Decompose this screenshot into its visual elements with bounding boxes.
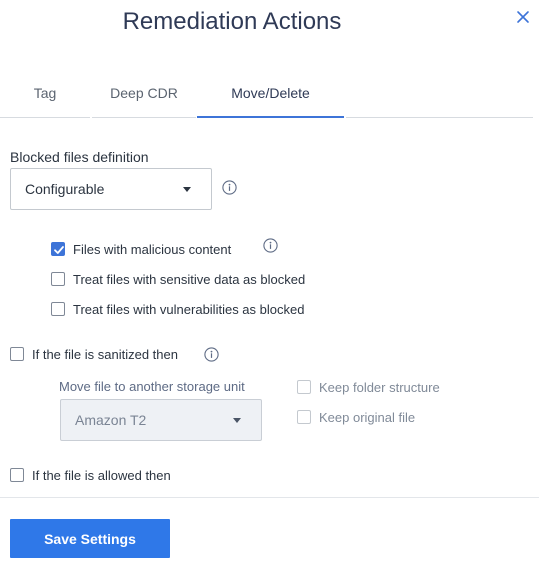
chevron-down-icon: [183, 187, 191, 192]
dialog-title: Remediation Actions: [122, 8, 342, 35]
info-icon[interactable]: [263, 238, 278, 253]
tab-deep-cdr-label: Deep CDR: [110, 85, 178, 101]
tab-bar-filler: [346, 76, 533, 118]
blocked-files-select-value: Configurable: [25, 181, 105, 197]
option-sensitive[interactable]: Treat files with sensitive data as block…: [51, 270, 305, 288]
checkbox-keep-folder: [297, 380, 311, 394]
sanitized-option[interactable]: If the file is sanitized then: [10, 345, 178, 363]
checkbox-sensitive[interactable]: [51, 272, 65, 286]
storage-select-value: Amazon T2: [75, 412, 147, 428]
tab-underline: [346, 117, 533, 118]
option-malicious[interactable]: Files with malicious content: [51, 240, 231, 258]
checkbox-keep-original: [297, 410, 311, 424]
tab-move-delete[interactable]: Move/Delete: [197, 76, 344, 118]
tab-underline: [0, 117, 90, 118]
footer-divider: [0, 497, 539, 498]
option-malicious-label: Files with malicious content: [73, 241, 232, 257]
checkbox-sanitized[interactable]: [10, 347, 24, 361]
tab-bar: Tag Deep CDR Move/Delete: [0, 76, 533, 118]
keep-folder-option: Keep folder structure: [297, 378, 440, 396]
move-storage-label: Move file to another storage unit: [59, 379, 245, 394]
info-icon[interactable]: [204, 347, 219, 362]
checkbox-malicious[interactable]: [51, 242, 65, 256]
tab-tag[interactable]: Tag: [0, 76, 90, 118]
close-icon[interactable]: [516, 10, 532, 26]
info-icon[interactable]: [222, 180, 237, 195]
storage-select: Amazon T2: [60, 399, 262, 441]
option-vulnerabilities[interactable]: Treat files with vulnerabilities as bloc…: [51, 300, 304, 318]
tab-deep-cdr[interactable]: Deep CDR: [92, 76, 196, 118]
blocked-files-label: Blocked files definition: [10, 149, 149, 165]
allowed-label: If the file is allowed then: [32, 467, 171, 483]
sanitized-label: If the file is sanitized then: [32, 346, 178, 362]
option-sensitive-label: Treat files with sensitive data as block…: [73, 271, 306, 287]
tab-underline: [92, 117, 196, 118]
allowed-option[interactable]: If the file is allowed then: [10, 466, 171, 484]
blocked-files-select[interactable]: Configurable: [10, 168, 212, 210]
tab-move-delete-label: Move/Delete: [231, 85, 310, 101]
tab-tag-label: Tag: [33, 85, 57, 101]
checkbox-allowed[interactable]: [10, 468, 24, 482]
chevron-down-icon: [233, 418, 241, 423]
keep-folder-label: Keep folder structure: [319, 379, 440, 395]
option-vulnerabilities-label: Treat files with vulnerabilities as bloc…: [73, 301, 305, 317]
keep-original-label: Keep original file: [319, 409, 416, 425]
save-settings-button[interactable]: Save Settings: [10, 519, 170, 558]
keep-original-option: Keep original file: [297, 408, 415, 426]
tab-underline-active: [197, 116, 344, 118]
checkbox-vulnerabilities[interactable]: [51, 302, 65, 316]
